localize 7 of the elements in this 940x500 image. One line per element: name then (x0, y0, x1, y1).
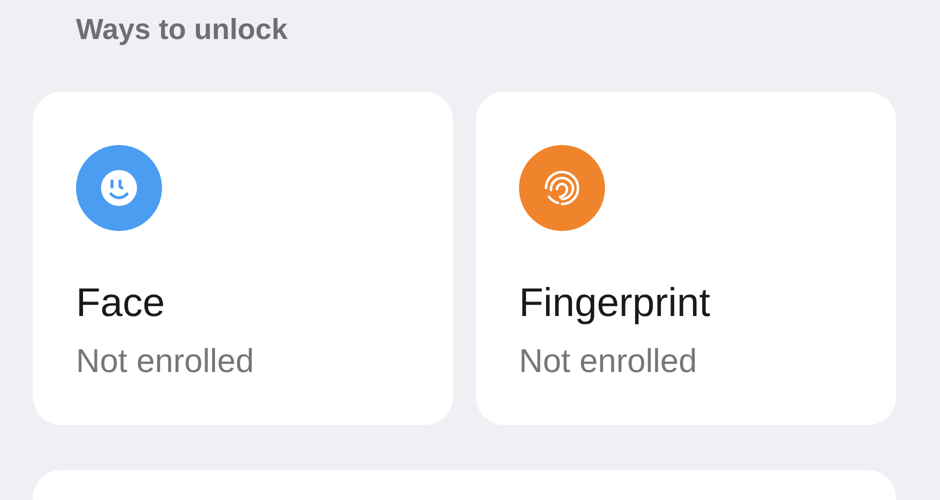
method-title: Face (76, 280, 165, 327)
unlock-method-card[interactable]: Face Not enrolled (33, 92, 453, 425)
method-status: Not enrolled (519, 341, 697, 381)
section-title: Ways to unlock (75, 13, 289, 48)
unlock-method-card[interactable]: Fingerprint Not enrolled (476, 92, 896, 425)
method-status: Not enrolled (76, 341, 254, 381)
method-title: Fingerprint (519, 280, 710, 327)
